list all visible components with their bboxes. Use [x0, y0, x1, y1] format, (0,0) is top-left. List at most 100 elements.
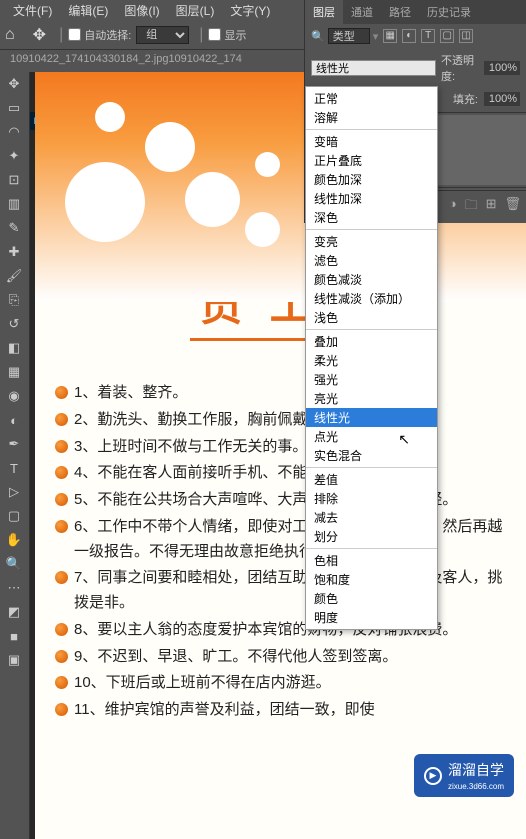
blend-mode-item[interactable]: 划分	[306, 527, 437, 546]
list-item: 4、不能在客人面前接听手机、不能吃口香糖和零食。	[55, 461, 506, 486]
filter-shape-icon[interactable]: ▢	[440, 29, 454, 43]
filter-adjust-icon[interactable]: ◐	[402, 29, 416, 43]
blend-mode-item[interactable]: 点光	[306, 427, 437, 446]
watermark: ▶ 溜溜自学 zixue.3d66.com	[414, 754, 514, 797]
filter-type-icon[interactable]: T	[421, 29, 435, 43]
move-tool-icon[interactable]: ✥	[33, 25, 46, 45]
wand-tool[interactable]: ✦	[0, 144, 28, 168]
marquee-tool[interactable]: ▭	[0, 96, 28, 120]
heal-tool[interactable]: ✚	[0, 240, 28, 264]
blend-mode-item[interactable]: 实色混合	[306, 446, 437, 465]
blend-mode-dropdown: 正常 溶解 变暗 正片叠底 颜色加深 线性加深 深色 变亮 滤色 颜色减淡 线性…	[305, 86, 438, 630]
opacity-label: 不透明度:	[441, 52, 484, 84]
blend-mode-item[interactable]: 颜色	[306, 589, 437, 608]
rules-list: 1、着装、整齐。 2、勤洗头、勤换工作服，胸前佩戴工作牌。 3、上班时间不做与工…	[35, 341, 526, 735]
tab-layers[interactable]: 图层	[305, 0, 343, 24]
blend-mode-item[interactable]: 强光	[306, 370, 437, 389]
brush-tool[interactable]: 🖌	[0, 264, 28, 288]
blend-mode-item[interactable]: 线性减淡（添加）	[306, 289, 437, 308]
eyedropper-tool[interactable]: ✎	[0, 216, 28, 240]
blend-mode-item[interactable]: 滤色	[306, 251, 437, 270]
cursor-icon: ↖	[398, 431, 410, 448]
blend-mode-item[interactable]: 排除	[306, 489, 437, 508]
gradient-tool[interactable]: ▦	[0, 360, 28, 384]
menu-file[interactable]: 文件(F)	[5, 2, 60, 18]
menu-layer[interactable]: 图层(L)	[168, 2, 223, 18]
menu-image[interactable]: 图像(I)	[116, 2, 167, 18]
list-item: 7、同事之间要和睦相处，团结互助，不背后议论别人及客人，挑拨是非。	[55, 566, 506, 616]
blend-mode-item[interactable]: 变暗	[306, 132, 437, 151]
blend-mode-item[interactable]: 减去	[306, 508, 437, 527]
layer-group-icon[interactable]: 🗀	[465, 196, 478, 218]
blend-mode-item[interactable]: 差值	[306, 470, 437, 489]
blend-mode-item[interactable]: 线性加深	[306, 189, 437, 208]
auto-select-checkbox[interactable]: 自动选择:	[68, 27, 131, 43]
crop-tool[interactable]: ⊡	[0, 168, 28, 192]
move-tool[interactable]: ✥	[0, 72, 28, 96]
blend-mode-item[interactable]: 变亮	[306, 232, 437, 251]
color-swap[interactable]: ◩	[0, 600, 28, 624]
blend-mode-item[interactable]: 溶解	[306, 108, 437, 127]
menu-edit[interactable]: 编辑(E)	[60, 2, 116, 18]
blur-tool[interactable]: ◉	[0, 384, 28, 408]
history-brush-tool[interactable]: ↺	[0, 312, 28, 336]
list-item: 11、维护宾馆的声誉及利益，团结一致，即使	[55, 698, 506, 723]
list-item: 9、不迟到、早退、旷工。不得代他人签到签离。	[55, 645, 506, 670]
hand-tool[interactable]: ✋	[0, 528, 28, 552]
tab-history[interactable]: 历史记录	[419, 0, 479, 24]
blend-mode-item[interactable]: 色相	[306, 551, 437, 570]
tab-channels[interactable]: 通道	[343, 0, 381, 24]
new-layer-icon[interactable]: ⊞	[486, 196, 497, 218]
quick-mask[interactable]: ▣	[0, 648, 28, 672]
eraser-tool[interactable]: ◧	[0, 336, 28, 360]
edit-toolbar[interactable]: ⋯	[0, 576, 28, 600]
home-icon[interactable]: ⌂	[5, 26, 15, 44]
blend-mode-item[interactable]: 浅色	[306, 308, 437, 327]
menu-type[interactable]: 文字(Y)	[222, 2, 278, 18]
tab-paths[interactable]: 路径	[381, 0, 419, 24]
watermark-text: 溜溜自学	[448, 760, 504, 780]
blend-mode-item[interactable]: 柔光	[306, 351, 437, 370]
delete-layer-icon[interactable]: 🗑	[504, 196, 521, 218]
fill-value[interactable]	[484, 92, 520, 106]
frame-tool[interactable]: ▥	[0, 192, 28, 216]
panel-tabs: 图层 通道 路径 历史记录	[305, 0, 526, 24]
document-tab[interactable]: 10910422_174104330184_2.jpg10910422_174	[10, 53, 242, 65]
blend-mode-item[interactable]: 叠加	[306, 332, 437, 351]
watermark-url: zixue.3d66.com	[448, 782, 504, 791]
blend-mode-item[interactable]: 明度	[306, 608, 437, 627]
list-item: 10、下班后或上班前不得在店内游逛。	[55, 671, 506, 696]
opacity-value[interactable]	[484, 61, 520, 75]
type-tool[interactable]: T	[0, 456, 28, 480]
foreground-color[interactable]: ■	[0, 624, 28, 648]
blend-mode-item[interactable]: 饱和度	[306, 570, 437, 589]
blend-mode-item[interactable]: 正常	[306, 89, 437, 108]
play-icon: ▶	[424, 767, 442, 785]
clone-tool[interactable]: ⎘	[0, 288, 28, 312]
list-item: 8、要以主人翁的态度爱护本宾馆的财物，反对铺张浪费。	[55, 618, 506, 643]
layer-filter-type[interactable]	[328, 28, 370, 44]
fill-label: 填充:	[453, 91, 478, 107]
path-tool[interactable]: ▷	[0, 480, 28, 504]
filter-smart-icon[interactable]: ◫	[459, 29, 473, 43]
lasso-tool[interactable]: ◠	[0, 120, 28, 144]
blend-mode-select[interactable]	[311, 60, 436, 76]
auto-select-type[interactable]: 组	[136, 26, 189, 44]
shape-tool[interactable]: ▢	[0, 504, 28, 528]
blend-mode-item[interactable]: 正片叠底	[306, 151, 437, 170]
zoom-tool[interactable]: 🔍	[0, 552, 28, 576]
pen-tool[interactable]: ✒	[0, 432, 28, 456]
blend-mode-item[interactable]: 深色	[306, 208, 437, 227]
list-item: 2、勤洗头、勤换工作服，胸前佩戴工作牌。	[55, 408, 506, 433]
filter-pixel-icon[interactable]: ▦	[383, 29, 397, 43]
list-item: 1、着装、整齐。	[55, 381, 506, 406]
tools-panel: ✥ ▭ ◠ ✦ ⊡ ▥ ✎ ✚ 🖌 ⎘ ↺ ◧ ▦ ◉ ◐ ✒ T ▷ ▢ ✋ …	[0, 72, 30, 839]
blend-mode-item[interactable]: 颜色减淡	[306, 270, 437, 289]
blend-mode-item[interactable]: 颜色加深	[306, 170, 437, 189]
blend-mode-item-active[interactable]: 线性光	[306, 408, 437, 427]
adjustment-layer-icon[interactable]: ◑	[449, 196, 457, 218]
show-checkbox[interactable]: 显示	[208, 27, 246, 43]
blend-mode-item[interactable]: 亮光	[306, 389, 437, 408]
dodge-tool[interactable]: ◐	[0, 408, 28, 432]
list-item: 3、上班时间不做与工作无关的事。	[55, 435, 506, 460]
